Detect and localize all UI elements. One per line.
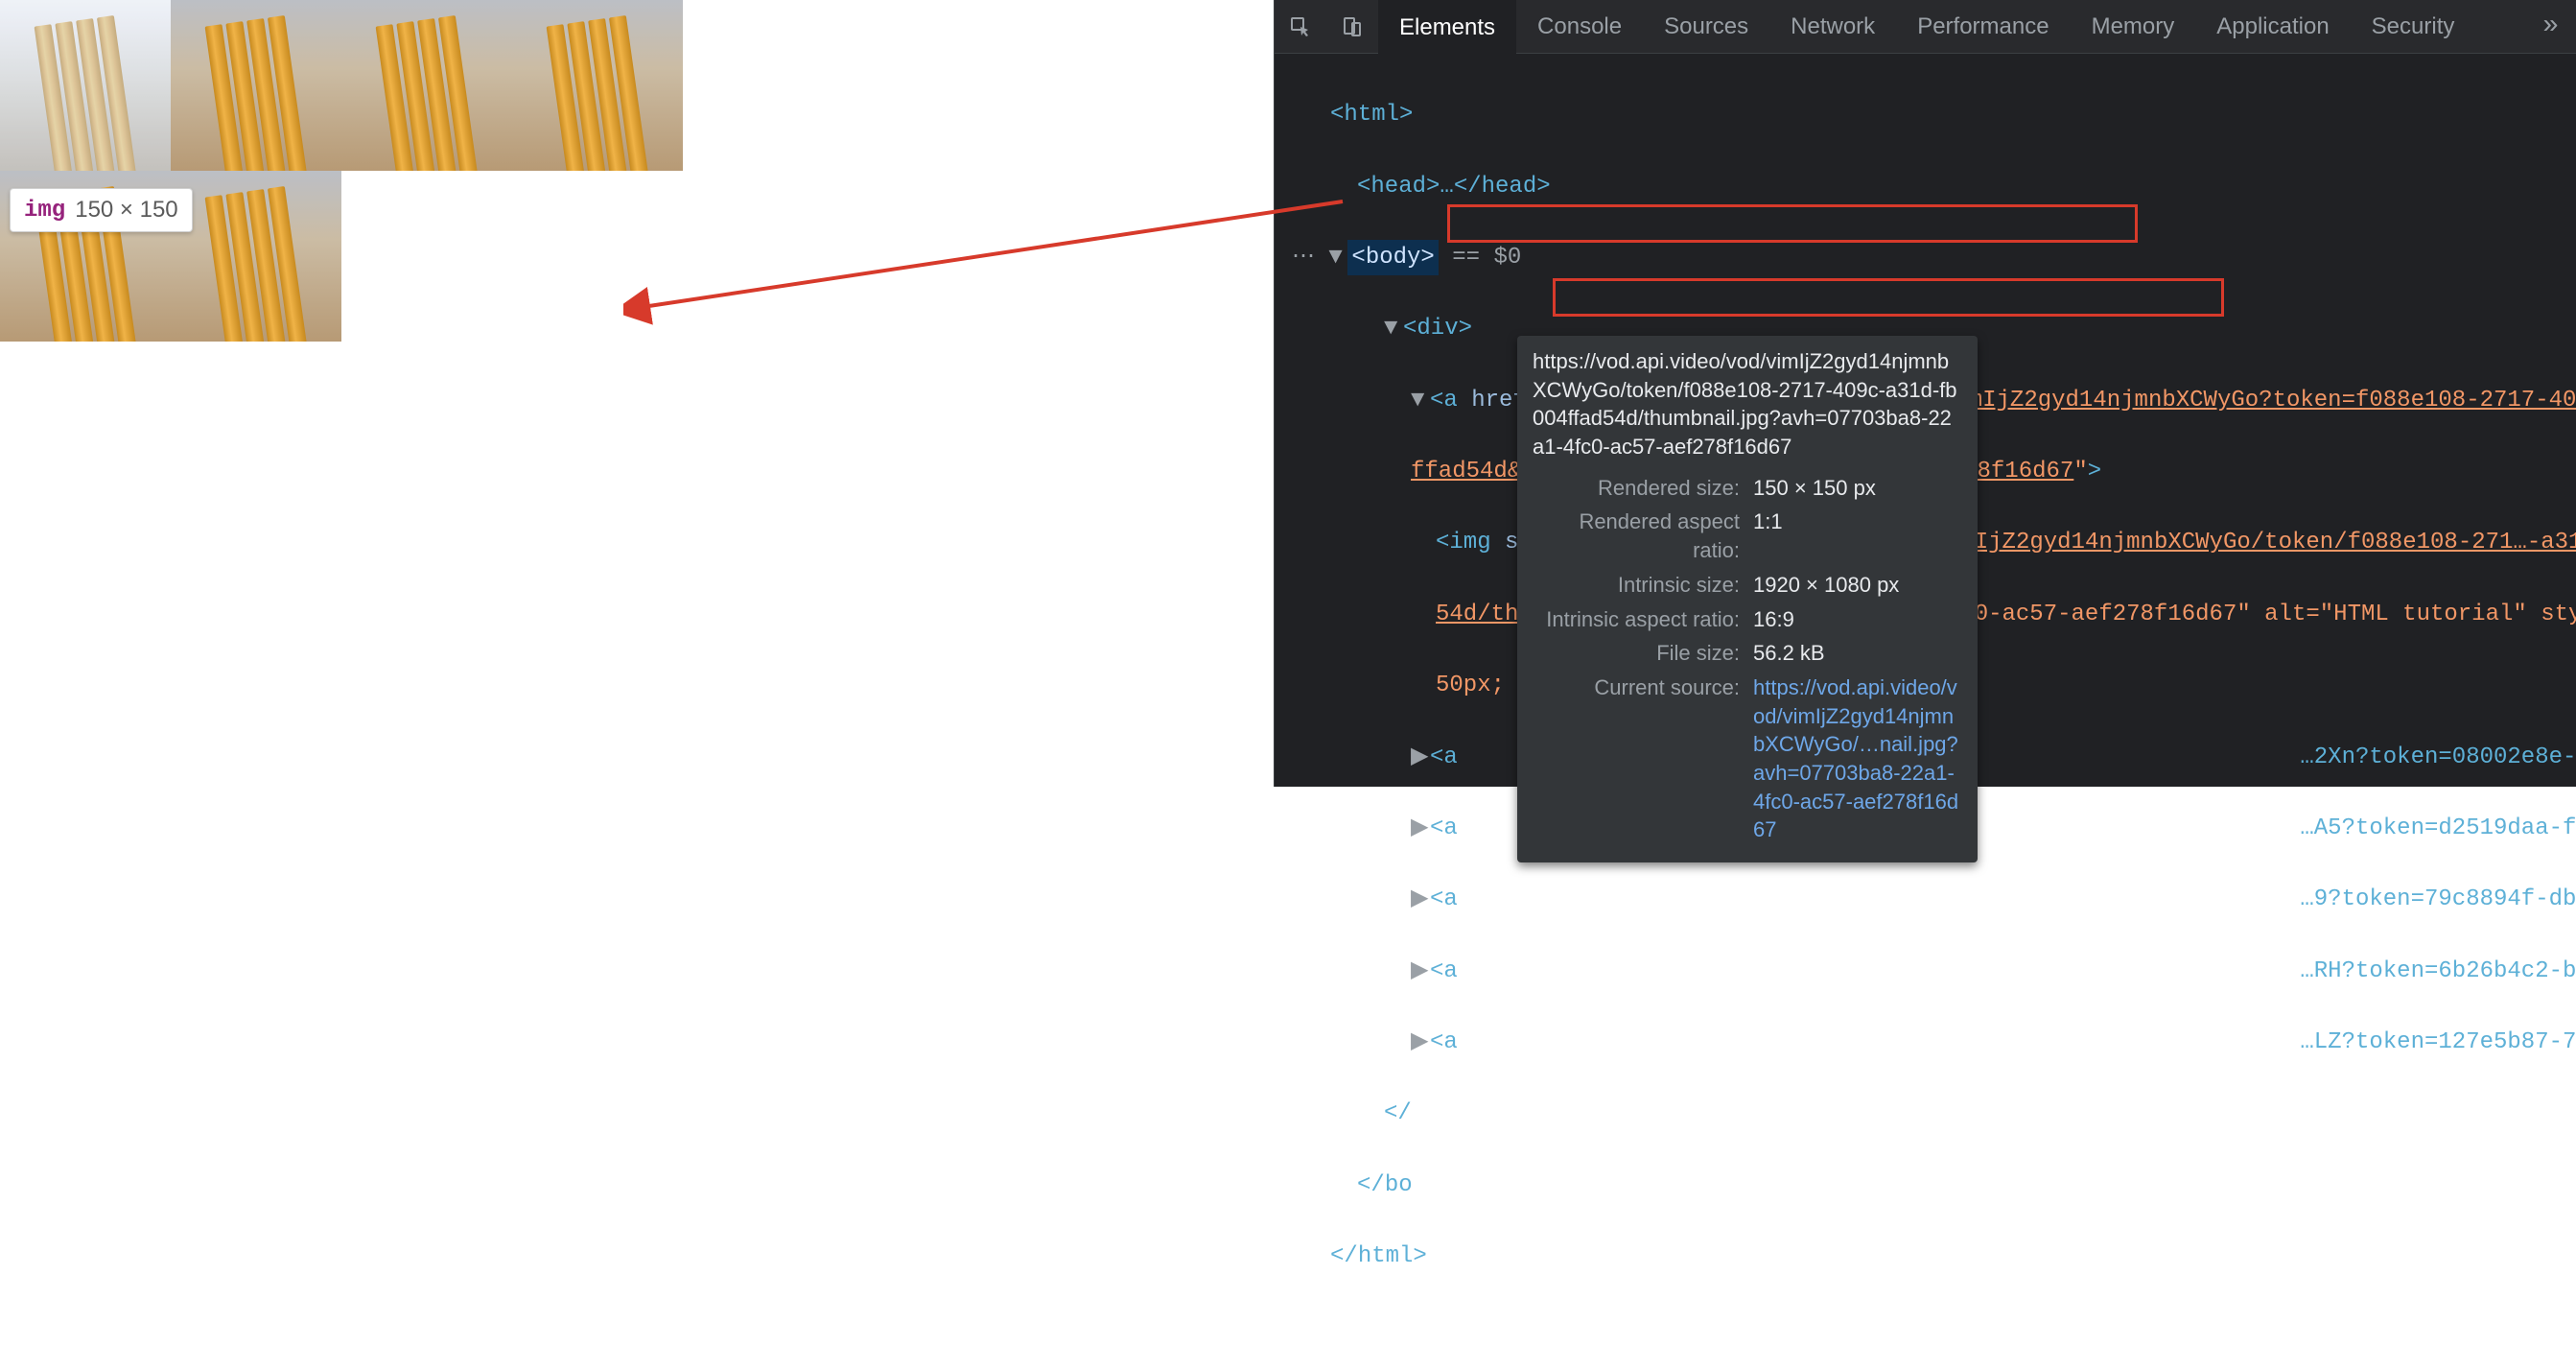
thumbnail-image[interactable] bbox=[171, 171, 341, 342]
tab-application[interactable]: Application bbox=[2195, 0, 2350, 54]
intrinsic-size-value: 1920 × 1080 px bbox=[1753, 571, 1962, 600]
image-details-tooltip: https://vod.api.video/vod/vimIjZ2gyd14nj… bbox=[1517, 336, 1978, 862]
intrinsic-aspect-ratio-value: 16:9 bbox=[1753, 605, 1962, 634]
thumbnail-image[interactable] bbox=[0, 0, 171, 171]
rendered-aspect-ratio-value: 1:1 bbox=[1753, 508, 1962, 564]
current-source-value[interactable]: https://vod.api.video/vod/vimIjZ2gyd14nj… bbox=[1753, 673, 1962, 844]
thumbnail-image[interactable] bbox=[341, 0, 512, 171]
tooltip-tag-name: img bbox=[24, 198, 65, 224]
devtools-tabbar: Elements Console Sources Network Perform… bbox=[1275, 0, 2576, 54]
device-toolbar-icon[interactable] bbox=[1336, 11, 1369, 43]
tooltip-url: https://vod.api.video/vod/vimIjZ2gyd14nj… bbox=[1533, 347, 1962, 461]
file-size-value: 56.2 kB bbox=[1753, 639, 1962, 668]
inspect-element-icon[interactable] bbox=[1284, 11, 1317, 43]
selected-body-element[interactable]: <body> bbox=[1347, 240, 1438, 275]
element-dimensions-tooltip: img 150 × 150 bbox=[10, 188, 193, 232]
thumbnail-grid bbox=[0, 0, 691, 342]
rendered-size-value: 150 × 150 px bbox=[1753, 474, 1962, 503]
rendered-page-preview: img 150 × 150 bbox=[0, 0, 748, 787]
thumbnail-image[interactable] bbox=[512, 0, 683, 171]
tab-network[interactable]: Network bbox=[1769, 0, 1896, 54]
tab-elements[interactable]: Elements bbox=[1378, 0, 1516, 54]
tab-security[interactable]: Security bbox=[2351, 0, 2476, 54]
tooltip-dimensions: 150 × 150 bbox=[75, 197, 177, 224]
tab-performance[interactable]: Performance bbox=[1896, 0, 2070, 54]
thumbnail-image[interactable] bbox=[171, 0, 341, 171]
tab-sources[interactable]: Sources bbox=[1643, 0, 1769, 54]
tab-overflow-button[interactable]: » bbox=[2525, 12, 2576, 41]
tab-memory[interactable]: Memory bbox=[2071, 0, 2196, 54]
tab-console[interactable]: Console bbox=[1516, 0, 1643, 54]
